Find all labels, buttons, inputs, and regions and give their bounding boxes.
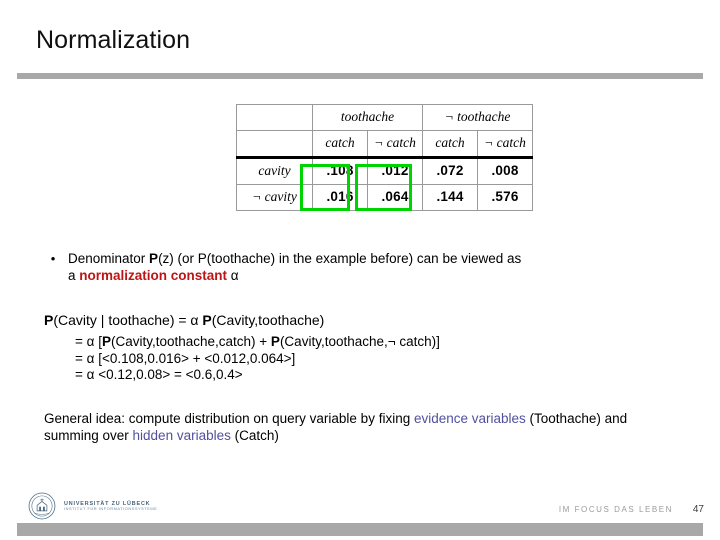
header-catch-1: catch [312, 130, 368, 158]
page-number: 47 [692, 504, 704, 515]
eq-line1-pre: = α [ [75, 334, 102, 349]
header-catch-2: catch [422, 130, 478, 158]
university-text: UNIVERSITÄT ZU LÜBECK INSTITUT FÜR INFOR… [64, 501, 157, 512]
table-row-sub-header: catch ¬ catch catch ¬ catch [236, 130, 533, 158]
bullet-bold-p: P [149, 251, 159, 266]
equation-main-p1: P [44, 312, 54, 328]
title-divider [17, 73, 703, 79]
table: toothache ¬ toothache catch ¬ catch catc… [236, 104, 533, 211]
equation-main: P(Cavity | toothache) = α P(Cavity,tooth… [44, 312, 324, 328]
general-idea-hidden-variables: hidden variables [132, 428, 231, 443]
general-idea-part3: (Catch) [230, 428, 279, 443]
equation-main-part1: (Cavity | toothache) = α [53, 312, 203, 328]
footer-slogan: IM FOCUS DAS LEBEN [558, 505, 673, 514]
equation-main-part2: (Cavity,toothache) [211, 312, 325, 328]
bullet-denominator: • Denominator P(z) (or P(toothache) in t… [38, 250, 688, 284]
bullet-text-part3: a [68, 268, 80, 283]
eq-line1-p1: P [101, 334, 111, 349]
cell-notcavity-nottoothache-catch: .144 [422, 184, 478, 211]
table-row: ¬ cavity .016 .064 .144 .576 [236, 184, 533, 211]
cell-notcavity-nottoothache-notcatch: .576 [477, 184, 533, 211]
header-not-toothache: ¬ toothache [422, 104, 533, 131]
university-logo: UNIVERSITÄT ZU LÜBECK INSTITUT FÜR INFOR… [28, 492, 157, 520]
general-idea-evidence-variables: evidence variables [413, 411, 526, 426]
table-row: cavity .108 .012 .072 .008 [236, 156, 533, 185]
table-row-group-header: toothache ¬ toothache [236, 104, 533, 131]
general-idea-paragraph: General idea: compute distribution on qu… [44, 410, 644, 444]
table-corner-cell [236, 104, 313, 131]
header-not-catch-1: ¬ catch [367, 130, 423, 158]
page-title: Normalization [36, 26, 191, 54]
equation-derivation: = α [P(Cavity,toothache,catch) + P(Cavit… [75, 334, 440, 384]
joint-distribution-table: toothache ¬ toothache catch ¬ catch catc… [236, 104, 533, 211]
bullet-text: Denominator P(z) (or P(toothache) in the… [68, 250, 688, 284]
bullet-text-part2: (z) (or P(toothache) in the example befo… [158, 251, 522, 266]
bullet-marker: • [50, 251, 56, 266]
bullet-highlight-normalization-constant: normalization constant [79, 268, 228, 283]
equation-derivation-line-2: = α [<0.108,0.016> + <0.012,0.064>] [75, 350, 296, 366]
eq-line1-mid: (Cavity,toothache,catch) + [110, 334, 271, 349]
equation-main-p2: P [202, 312, 212, 328]
university-seal-icon [28, 492, 56, 520]
row-label-cavity: cavity [236, 156, 313, 185]
row-label-not-cavity: ¬ cavity [236, 184, 313, 211]
cell-cavity-toothache-catch: .108 [312, 156, 368, 185]
university-institute: INSTITUT FÜR INFORMATIONSSYSTEME [64, 505, 158, 511]
general-idea-part1: General idea: compute distribution on qu… [44, 411, 414, 426]
cell-notcavity-toothache-catch: .016 [312, 184, 368, 211]
cell-cavity-nottoothache-notcatch: .008 [477, 156, 533, 185]
eq-line1-post: (Cavity,toothache,¬ catch)] [279, 334, 440, 349]
header-not-catch-2: ¬ catch [477, 130, 533, 158]
eq-line1-p2: P [270, 334, 280, 349]
bullet-text-part1: Denominator [68, 251, 150, 266]
table-corner-cell-2 [236, 130, 313, 158]
cell-cavity-toothache-notcatch: .012 [367, 156, 423, 185]
cell-cavity-nottoothache-catch: .072 [422, 156, 478, 185]
equation-derivation-line-1: = α [P(Cavity,toothache,catch) + P(Cavit… [75, 334, 440, 351]
bullet-text-alpha: α [227, 268, 239, 283]
cell-notcavity-toothache-notcatch: .064 [367, 184, 423, 211]
equation-derivation-line-3: = α <0.12,0.08> = <0.6,0.4> [75, 367, 243, 382]
footer-divider [17, 523, 703, 536]
header-toothache: toothache [312, 104, 423, 131]
